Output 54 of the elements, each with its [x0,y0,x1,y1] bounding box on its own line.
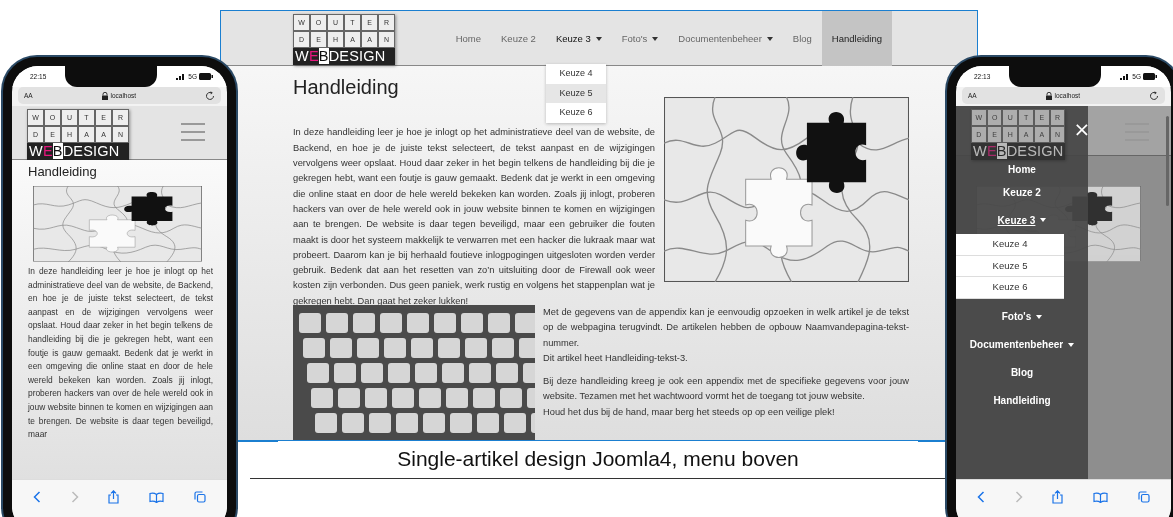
caret-icon [1068,342,1075,347]
page-title: Handleiding [28,164,98,179]
battery-icon [199,73,213,80]
signal-icon [1120,73,1131,80]
dropdown-item[interactable]: Keuze 6 [545,103,606,123]
share-icon[interactable] [108,490,120,504]
article-paragraph: Houd het dus bij de hand, maar berg het steeds op op een veilige plek! [543,405,836,419]
close-button[interactable]: × [1069,117,1095,141]
caret-icon [595,36,602,41]
nav-link[interactable]: Documentenbeheer [668,11,783,66]
menu-item[interactable]: Blog [1010,358,1034,387]
battery-icon [1143,73,1157,80]
article-paragraph: Bij deze handleiding kreeg je ook een appendix met de specifieke gegevens voor jouw website. Tezamen met het wachtwoord vormt het de toegang tot jouw website. [543,375,909,404]
menu-item[interactable]: Keuze 3 [997,206,1047,234]
dropdown-item[interactable]: Keuze 4 [545,64,606,84]
caret-icon [1036,314,1043,319]
tabs-icon[interactable] [1138,491,1151,503]
logo-wordmark: WEBDESIGN [972,143,1065,160]
caret-icon [1040,218,1047,222]
menu-item[interactable]: Keuze 2 [1003,178,1041,206]
article-paragraph: In deze handleiding leer je hoe je inlogt op het administratieve deel van de website, de Backend, en hoe je de juiste tekst selecteert, de tekst aanpast en de wijzigingen vervolgens weer opslaat. Houd daar zeker in het begin telkens de handleiding bij die je gekregen hebt, want een foutje is gauw gemaakt. Bedenk dat je werkt in een omgeving die online staat en door de hele wereld bekeken kan worden. Zoals jij inlogt, proberen hackers van over de hele wereld ook in jouw website binnen te komen en wijzigingen aan te brengen. De website is daar tegen beveiligd, maar [28,265,213,442]
nav-link[interactable]: Home [445,11,491,66]
dropdown-item[interactable]: Keuze 5 [545,83,606,103]
signal-icon [176,73,187,80]
reload-icon[interactable] [205,90,215,101]
menu-icon[interactable] [181,122,205,142]
article-paragraph: Dit artikel heet Handleiding-tekst-3. [543,351,689,365]
menu-item[interactable]: Home [1008,160,1036,178]
nav-link[interactable]: Blog [782,11,822,66]
caret-icon [652,36,659,41]
menu-item[interactable]: Foto's [1001,302,1043,331]
tabs-icon[interactable] [194,491,207,503]
logo-wordmark: WEBDESIGN [28,143,121,160]
menu-item[interactable]: Handleiding [993,386,1051,415]
share-icon[interactable] [1052,490,1064,504]
page-title: Handleiding [293,76,399,100]
logo-wordmark: WEBDESIGN [294,48,387,65]
submenu-item[interactable]: Keuze 5 [956,255,1064,277]
nav-link[interactable]: Handleiding [821,11,892,66]
back-icon[interactable] [32,491,41,503]
book-icon[interactable] [1093,491,1109,503]
lock-icon [101,91,108,100]
book-icon[interactable] [149,491,165,503]
menu-item[interactable]: Documentenbeheer [969,330,1075,359]
nav-link[interactable]: Keuze 2 [491,11,546,66]
reload-icon[interactable] [1149,90,1159,101]
caret-icon [766,36,773,41]
submenu-item[interactable]: Keuze 4 [956,234,1064,256]
article-paragraph: Met de gegevens van de appendix kan je eenvoudig opzoeken in welk artikel je de tekst op de webpagina terugvindt. De artikelen hebben de opbouw Naamvandepagina-tekst-nummer. [543,306,909,350]
submenu-item[interactable]: Keuze 6 [956,277,1064,299]
nav-link[interactable]: Keuze 3 [545,11,612,66]
back-icon[interactable] [976,491,985,503]
lock-icon [1045,91,1052,100]
nav-link[interactable]: Foto's [611,11,669,66]
